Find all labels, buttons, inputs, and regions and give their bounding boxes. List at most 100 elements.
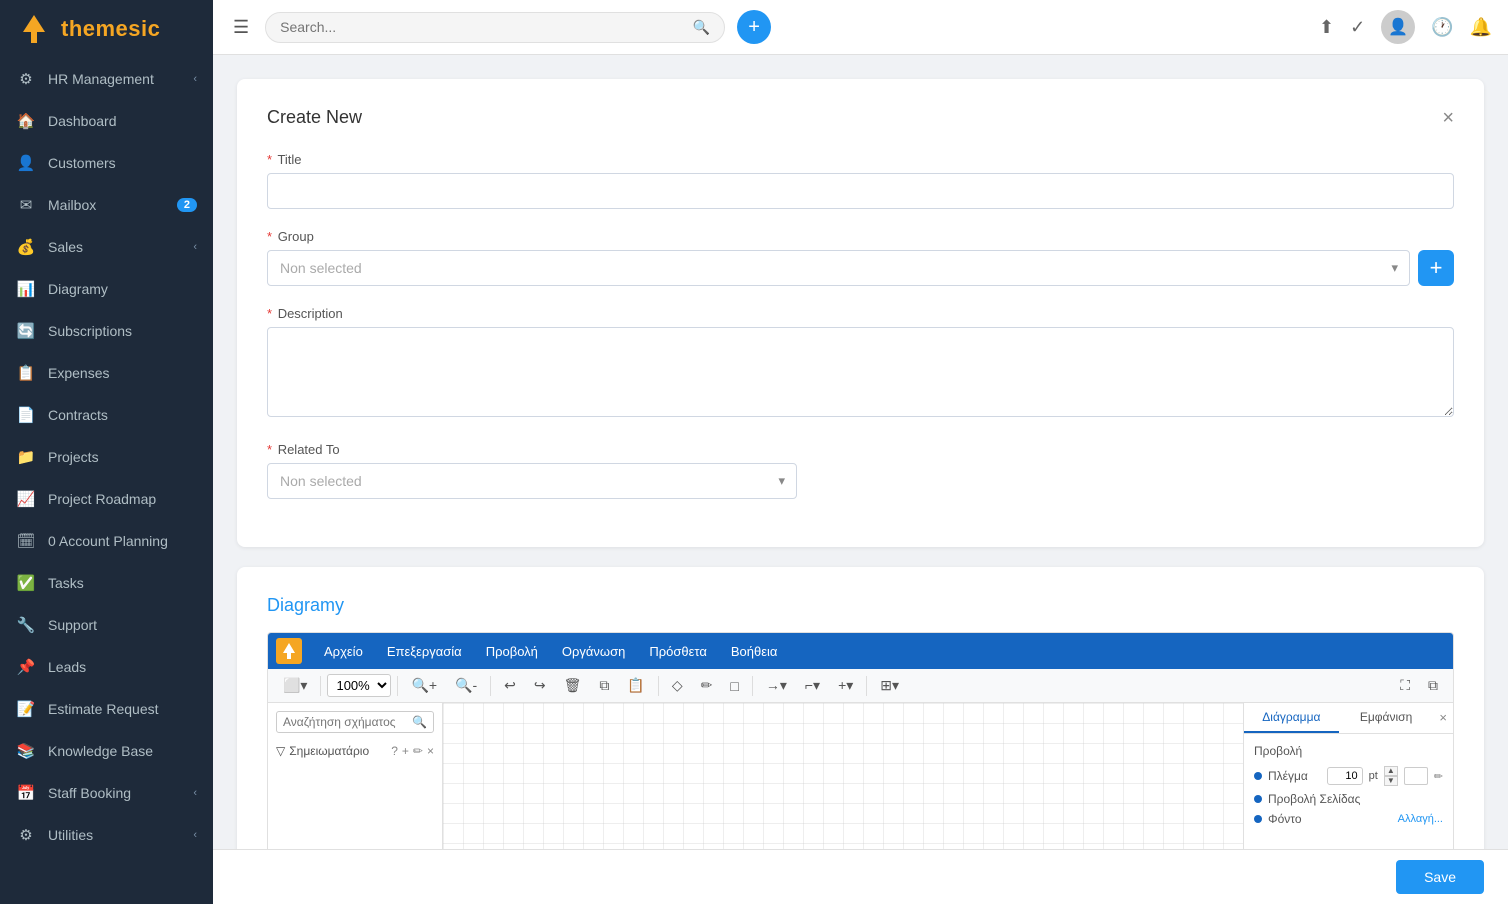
sidebar-item-tasks[interactable]: ✅Tasks [0,562,213,604]
sidebar-icon-dashboard: 🏠 [16,111,36,131]
tab-appearance[interactable]: Εμφάνιση [1339,703,1434,733]
group-add-button[interactable]: + [1418,250,1454,286]
toolbar-select-btn[interactable]: ⬜▾ [276,673,314,698]
zoom-in-btn[interactable]: 🔍+ [404,673,444,698]
shape-search-icon: 🔍 [412,715,427,729]
sidebar-item-sales[interactable]: 💰 Sales‹ [0,226,213,268]
diagram-container: Αρχείο Επεξεργασία Προβολή Οργάνωση Πρόσ… [267,632,1454,849]
menu-edit[interactable]: Επεξεργασία [377,640,472,663]
sidebar-item-hr-management[interactable]: ⚙HR Management‹ [0,58,213,100]
right-panel-close[interactable]: × [1433,703,1453,733]
sidebar-item-estimate-request[interactable]: 📝Estimate Request [0,688,213,730]
view-section-title: Προβολή [1254,744,1443,758]
related-to-select-wrapper: Non selected ▾ [267,463,797,499]
sidebar-item-contracts[interactable]: 📄Contracts [0,394,213,436]
sidebar-item-utilities[interactable]: ⚙Utilities‹ [0,814,213,856]
fullscreen-btn[interactable]: ⛶ [1393,673,1417,698]
menu-toggle-icon[interactable]: ☰ [229,13,253,42]
search-input[interactable] [280,19,685,35]
stroke-btn[interactable]: ✏ [694,673,720,698]
sidebar-label-dashboard: Dashboard [48,113,197,129]
split-view-btn[interactable]: ⧉ [1421,673,1445,698]
sidebar-label-utilities: Utilities [48,827,193,843]
sidebar-icon-subscriptions: 🔄 [16,321,36,341]
notes-close-icon[interactable]: × [427,744,434,758]
sidebar-icon-leads: 📌 [16,657,36,677]
description-textarea[interactable] [267,327,1454,417]
related-to-select[interactable]: Non selected [267,463,797,499]
bg-change-btn[interactable]: Αλλαγή... [1398,813,1443,825]
delete-btn[interactable]: 🗑 [557,673,589,698]
shape-search-input[interactable] [283,715,408,729]
arrow-btn[interactable]: →▾ [759,673,794,698]
sidebar-label-knowledge-base: Knowledge Base [48,743,197,759]
grid-edit-icon[interactable]: ✏ [1434,770,1443,783]
diagram-logo [276,638,302,664]
zoom-select[interactable]: 100% 50% 75% 125% 150% [327,674,391,697]
sidebar-item-knowledge-base[interactable]: 📚Knowledge Base [0,730,213,772]
save-button[interactable]: Save [1396,860,1484,894]
notes-help-icon[interactable]: ? [391,744,398,758]
app-logo: themesic [0,0,213,58]
sidebar-item-customers[interactable]: 👤Customers [0,142,213,184]
check-icon[interactable]: ✓ [1350,17,1365,38]
sidebar-item-projects[interactable]: 📁Projects [0,436,213,478]
sidebar-icon-sales: 💰 [16,237,36,257]
close-button[interactable]: × [1442,108,1454,128]
waypoint-btn[interactable]: ⌐▾ [798,673,827,698]
copy-btn[interactable]: ⧉ [592,673,616,698]
sidebar-icon-projects: 📁 [16,447,36,467]
sidebar-label-sales: Sales [48,239,193,255]
sidebar-icon-contracts: 📄 [16,405,36,425]
notes-chevron-icon: ▽ [276,744,285,758]
sidebar: themesic ⚙HR Management‹ 🏠 Dashboard 👤Custo… [0,0,213,904]
sidebar-item-account-planning[interactable]: 🗓0 Account Planning [0,520,213,562]
grid-decrement-btn[interactable]: ▼ [1384,776,1398,786]
menu-organize[interactable]: Οργάνωση [552,640,635,663]
group-field-group: * Group Non selected ▾ + [267,229,1454,286]
group-select[interactable]: Non selected [267,250,1410,286]
grid-value-input[interactable] [1327,767,1363,785]
share-icon[interactable]: ⬆ [1319,17,1334,38]
insert-btn[interactable]: +▾ [831,673,860,698]
redo-btn[interactable]: ↪ [527,673,553,698]
menu-view[interactable]: Προβολή [476,640,548,663]
sidebar-item-subscriptions[interactable]: 🔄Subscriptions [0,310,213,352]
paste-btn[interactable]: 📋 [620,673,651,698]
sidebar-item-expenses[interactable]: 📋Expenses [0,352,213,394]
sidebar-item-mailbox[interactable]: ✉Mailbox2 [0,184,213,226]
menu-file[interactable]: Αρχείο [314,640,373,663]
notes-label: Σημειωματάριο [289,744,369,758]
sidebar-label-account-planning: 0 Account Planning [48,533,197,549]
description-field-group: * Description [267,306,1454,422]
global-add-button[interactable]: + [737,10,771,44]
clock-icon[interactable]: 🕐 [1431,17,1453,38]
diagram-canvas[interactable] [443,703,1243,849]
title-input[interactable] [267,173,1454,209]
shape-btn[interactable]: □ [723,674,745,698]
shape-search: 🔍 [276,711,434,733]
undo-btn[interactable]: ↩ [497,673,523,698]
panel-notes-section[interactable]: ▽ Σημειωματάριο ? + ✏ × [276,741,434,761]
grid-increment-btn[interactable]: ▲ [1384,766,1398,776]
notes-add-icon[interactable]: + [402,744,409,758]
card-header: Create New × [267,107,1454,128]
bell-icon[interactable]: 🔔 [1470,17,1492,38]
sidebar-item-support[interactable]: 🔧Support [0,604,213,646]
notes-edit-icon[interactable]: ✏ [413,744,423,758]
sidebar-item-diagramy[interactable]: 📊Diagramy [0,268,213,310]
sidebar-item-project-roadmap[interactable]: 📈Project Roadmap [0,478,213,520]
zoom-out-btn[interactable]: 🔍- [448,673,484,698]
table-btn[interactable]: ⊞▾ [873,673,906,698]
diagram-body: 🔍 ▽ Σημειωματάριο ? + ✏ × [268,703,1453,849]
fill-btn[interactable]: ◇ [665,673,690,698]
tab-diagram[interactable]: Διάγραμμα [1244,703,1339,733]
sidebar-chevron-sales: ‹ [193,241,197,253]
sidebar-item-dashboard[interactable]: 🏠 Dashboard [0,100,213,142]
menu-extras[interactable]: Πρόσθετα [639,640,717,663]
menu-help[interactable]: Βοήθεια [721,640,788,663]
user-avatar[interactable]: 👤 [1381,10,1415,44]
grid-color-swatch[interactable] [1404,767,1428,785]
sidebar-item-leads[interactable]: 📌Leads [0,646,213,688]
sidebar-item-staff-booking[interactable]: 📅Staff Booking‹ [0,772,213,814]
